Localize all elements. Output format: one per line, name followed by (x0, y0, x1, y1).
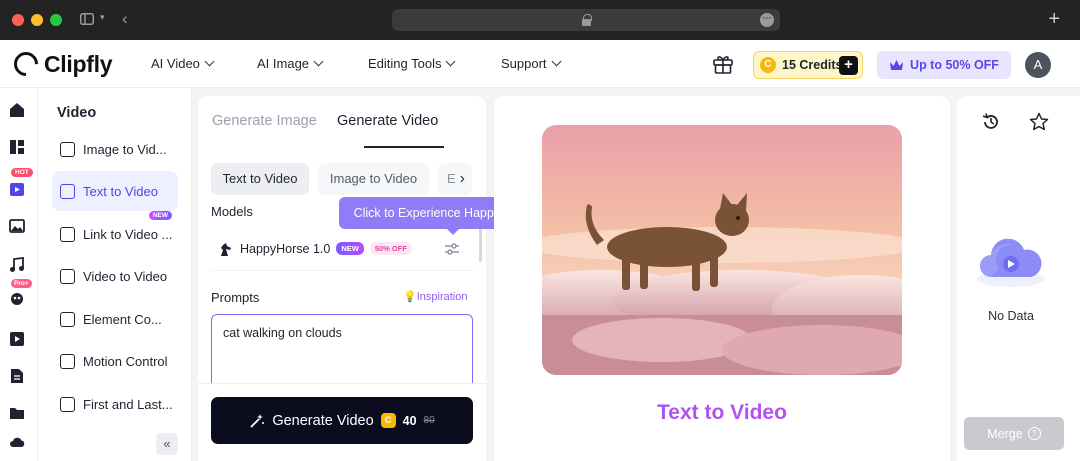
play-icon[interactable] (9, 331, 25, 347)
coin-icon: C (760, 57, 776, 73)
no-data-label: No Data (988, 309, 1034, 323)
magic-wand-icon (250, 413, 265, 428)
preview-panel: Text to Video (494, 96, 950, 461)
add-credits-button[interactable]: + (839, 56, 858, 75)
sidebar-item-first-and-last[interactable]: First and Last... (52, 384, 178, 424)
tab-generate-video[interactable]: Generate Video (337, 113, 438, 129)
ai-video-icon[interactable] (9, 181, 25, 197)
sidebar-item-link-to-video[interactable]: Link to Video ... NEW (52, 211, 178, 254)
close-window-button[interactable] (12, 14, 24, 26)
discount-badge: 50% OFF (369, 242, 412, 255)
pro-badge: Pro+ (11, 279, 32, 288)
models-label: Models (211, 204, 253, 219)
credits-button[interactable]: C 15 Credits + (753, 51, 863, 79)
chevron-right-icon[interactable]: › (460, 163, 465, 195)
image-video-icon (60, 141, 75, 157)
nav-editing-tools[interactable]: Editing Tools (368, 56, 456, 71)
history-panel: No Data Merge ? (957, 96, 1080, 461)
coin-icon: C (380, 413, 396, 428)
model-new-badge: NEW (336, 242, 364, 255)
crown-icon (890, 60, 904, 70)
frames-icon (60, 396, 75, 412)
inspiration-link[interactable]: 💡Inspiration (403, 290, 467, 303)
empty-cloud-icon (977, 238, 1045, 287)
hot-badge: HOT (11, 168, 33, 177)
text-video-icon (60, 183, 75, 199)
panel-scrollbar[interactable] (479, 226, 482, 262)
home-icon[interactable] (9, 102, 25, 118)
back-icon[interactable]: ‹ (122, 9, 128, 29)
document-icon[interactable] (9, 368, 25, 384)
address-bar[interactable]: ··· (392, 9, 780, 31)
sidebar-item-text-to-video[interactable]: Text to Video (52, 171, 178, 211)
model-selector[interactable]: HappyHorse 1.0 NEW 50% OFF (211, 227, 473, 271)
chevron-down-icon (446, 56, 456, 67)
nav-support[interactable]: Support (501, 56, 561, 71)
mode-text-to-video[interactable]: Text to Video (211, 163, 309, 195)
preview-caption: Text to Video (494, 401, 950, 425)
prompts-label: Prompts (211, 290, 260, 305)
sidebar-item-element-control[interactable]: Element Co... (52, 299, 178, 339)
avatar[interactable]: A (1025, 52, 1051, 78)
motion-icon (60, 353, 75, 369)
sidebar-item-image-to-video[interactable]: Image to Vid... (52, 129, 178, 169)
lightbulb-icon: 💡 (403, 291, 417, 303)
star-icon[interactable] (1029, 112, 1049, 132)
element-icon (60, 311, 75, 327)
browser-toolbar: ▾ ‹ ··· + (0, 0, 1080, 40)
tab-generate-image[interactable]: Generate Image (212, 113, 317, 129)
icon-rail: HOT Pro+ (0, 88, 38, 461)
ai-image-icon[interactable] (9, 218, 25, 234)
sidebar-toggle-icon[interactable] (80, 12, 94, 28)
more-options-icon[interactable]: ··· (760, 13, 774, 27)
maximize-window-button[interactable] (50, 14, 62, 26)
original-cost: 80 (423, 415, 435, 426)
help-icon[interactable]: ? (1027, 427, 1041, 440)
generate-footer: Generate Video C 40 80 (198, 383, 486, 461)
clipfly-logo[interactable]: Clipfly (9, 47, 112, 81)
sidebar-item-motion-control[interactable]: Motion Control (52, 341, 178, 381)
lock-icon (582, 14, 592, 26)
mode-image-to-video[interactable]: Image to Video (318, 163, 429, 195)
nav-ai-image[interactable]: AI Image (257, 56, 324, 71)
video-video-icon (60, 268, 75, 284)
horse-icon (221, 242, 231, 256)
generate-video-button[interactable]: Generate Video C 40 80 (211, 397, 473, 444)
new-tab-icon[interactable]: + (1048, 9, 1060, 29)
music-icon[interactable] (9, 257, 25, 273)
chevron-down-icon (313, 56, 324, 67)
gift-icon[interactable] (712, 53, 734, 75)
chevron-down-icon (551, 56, 561, 67)
new-badge: NEW (148, 211, 172, 220)
preview-image (542, 125, 902, 375)
promo-button[interactable]: Up to 50% OFF (877, 51, 1011, 79)
logo-mark-icon (9, 47, 43, 81)
cloud-icon[interactable] (9, 434, 25, 450)
generation-panel: Generate Image Generate Video Text to Vi… (198, 96, 486, 461)
merge-button[interactable]: Merge ? (964, 417, 1064, 450)
sidebar-item-video-to-video[interactable]: Video to Video (52, 256, 178, 296)
minimize-window-button[interactable] (31, 14, 43, 26)
settings-sliders-icon[interactable] (444, 241, 460, 257)
dashboard-icon[interactable] (9, 139, 25, 155)
folder-icon[interactable] (9, 405, 25, 421)
mode-more[interactable]: E › (438, 163, 472, 195)
top-navigation: Clipfly AI Video AI Image Editing Tools … (0, 40, 1080, 88)
prompt-input[interactable]: cat walking on clouds (211, 314, 473, 394)
nav-ai-video[interactable]: AI Video (151, 56, 215, 71)
chevron-down-icon (204, 56, 215, 67)
video-sidebar: Video Image to Vid... Text to Video Link… (38, 88, 192, 461)
cost-value: 40 (402, 413, 417, 428)
sidebar-title: Video (57, 105, 97, 121)
active-tab-indicator (364, 146, 444, 148)
link-video-icon (60, 226, 75, 242)
effects-icon[interactable] (9, 290, 25, 306)
tab-menu-chevron-icon[interactable]: ▾ (100, 12, 105, 23)
history-icon[interactable] (981, 112, 1001, 132)
collapse-sidebar-button[interactable]: « (156, 433, 178, 455)
